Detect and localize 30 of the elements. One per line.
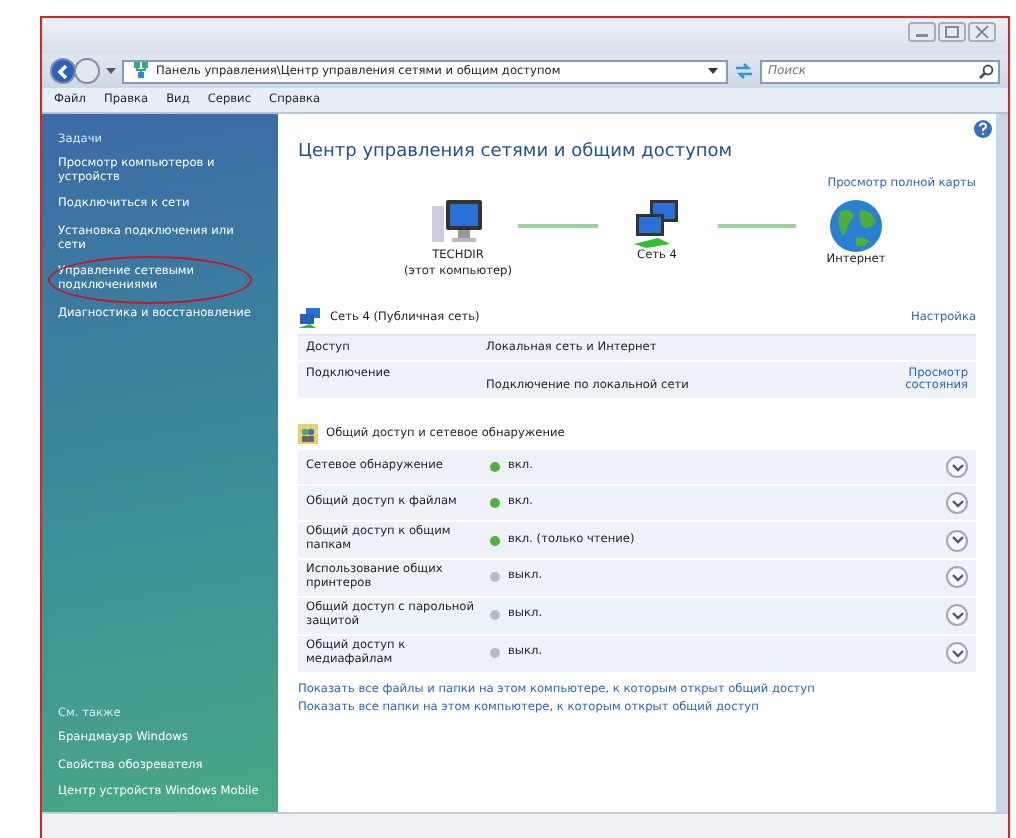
maximize-button[interactable] [938, 22, 966, 42]
back-button[interactable] [50, 58, 76, 84]
search-icon [978, 63, 994, 79]
dropdown-icon[interactable] [708, 67, 718, 75]
maximize-icon [944, 26, 960, 38]
connection-line [518, 224, 597, 227]
chevron-down-icon [951, 611, 963, 620]
sharing-icon [298, 424, 318, 445]
chevron-down-icon [951, 536, 963, 545]
chevron-down-icon [951, 573, 963, 582]
expand-button[interactable] [946, 604, 968, 627]
expand-button[interactable] [946, 566, 968, 589]
expand-button[interactable] [946, 529, 968, 552]
connection-line [717, 224, 796, 227]
globe-icon [828, 198, 884, 254]
chevron-down-icon [951, 499, 963, 508]
chevron-down-icon [951, 463, 963, 472]
expand-button[interactable] [946, 492, 968, 515]
chevron-down-icon [951, 649, 963, 658]
forward-button[interactable] [74, 58, 100, 84]
network-icon [132, 62, 150, 80]
expand-button[interactable] [946, 642, 968, 665]
help-icon[interactable] [974, 120, 992, 138]
close-icon [974, 26, 990, 38]
page-title: Центр управления сетями и общим доступом [298, 142, 735, 162]
minimize-button[interactable] [908, 22, 936, 42]
dropdown-icon[interactable] [106, 67, 116, 75]
network-icon [298, 308, 322, 329]
expand-button[interactable] [946, 456, 968, 479]
close-button[interactable] [968, 22, 996, 42]
